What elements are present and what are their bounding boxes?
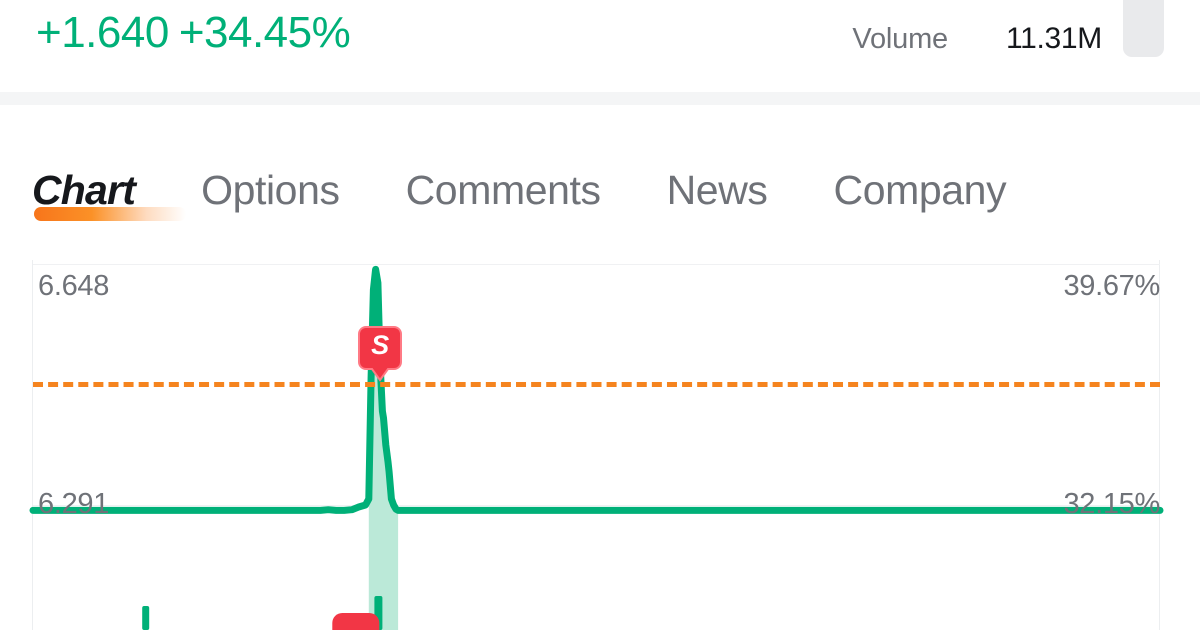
active-tab-underline xyxy=(34,207,186,221)
tab-news[interactable]: News xyxy=(633,165,800,215)
axis-price-top: 6.648 xyxy=(38,270,110,302)
chart-series-svg xyxy=(29,265,1164,630)
stock-detail-screen: +1.640 +34.45% Volume 11.31M Chart Option… xyxy=(0,0,1200,630)
axis-price-bottom: 6.291 xyxy=(38,488,110,520)
quote-bar: +1.640 +34.45% Volume 11.31M xyxy=(0,0,1200,92)
tab-options[interactable]: Options xyxy=(167,165,372,215)
sell-marker-pin[interactable]: S xyxy=(358,325,403,382)
tab-company-label: Company xyxy=(833,167,1007,213)
volume-label: Volume xyxy=(852,23,948,55)
price-chart[interactable]: 6.648 39.67% 6.291 32.15% S xyxy=(0,260,1200,630)
tab-options-label: Options xyxy=(201,167,340,213)
change-absolute: +1.640 xyxy=(36,8,169,57)
tab-bar: Chart Options Comments News Company xyxy=(0,105,1200,260)
tab-news-label: News xyxy=(666,167,768,213)
change-percent: +34.45% xyxy=(178,8,351,57)
tab-list: Chart Options Comments News Company xyxy=(32,165,1039,221)
axis-percent-bottom: 32.15% xyxy=(1063,488,1160,520)
tab-company[interactable]: Company xyxy=(800,165,1039,215)
top-right-card[interactable] xyxy=(1123,0,1164,57)
price-change-group: +1.640 +34.45% xyxy=(36,8,351,58)
reference-price-line xyxy=(33,381,1160,387)
tab-chart[interactable]: Chart xyxy=(32,165,186,221)
tab-comments[interactable]: Comments xyxy=(372,165,633,215)
axis-percent-top: 39.67% xyxy=(1063,270,1160,302)
volume-group: Volume 11.31M xyxy=(852,22,1102,56)
tab-comments-label: Comments xyxy=(405,167,601,213)
section-divider xyxy=(0,92,1200,105)
pin-label: S xyxy=(371,329,390,360)
volume-value: 11.31M xyxy=(1005,22,1102,55)
